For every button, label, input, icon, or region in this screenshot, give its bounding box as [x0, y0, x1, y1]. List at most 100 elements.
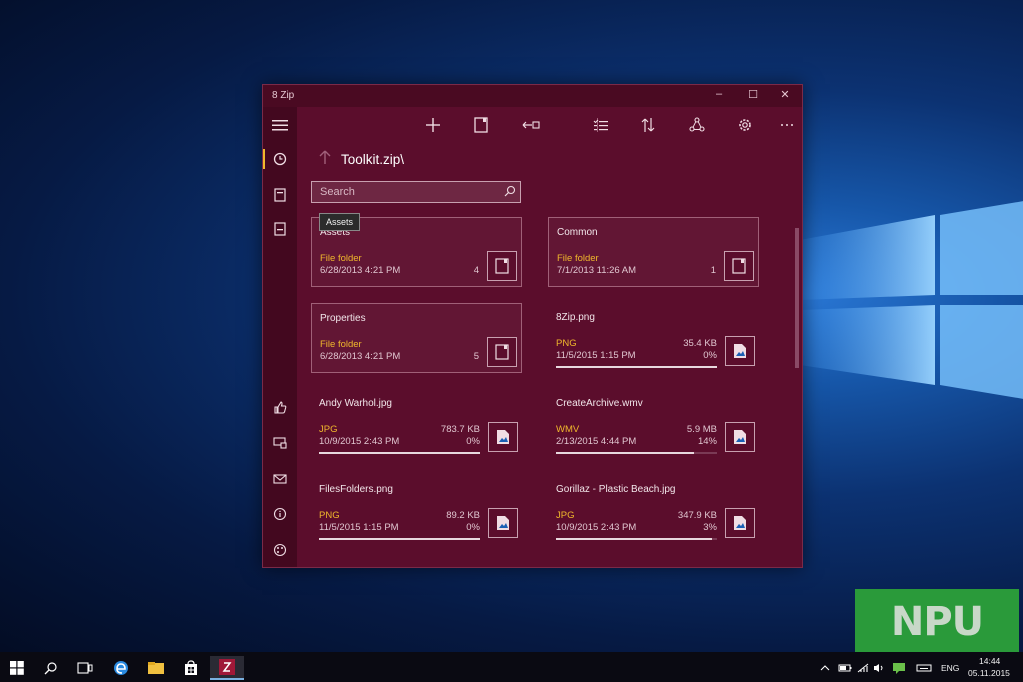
item-type: File folder: [557, 253, 599, 264]
vertical-scrollbar[interactable]: [794, 220, 800, 565]
item-type: File folder: [320, 339, 362, 350]
volume-icon[interactable]: [869, 656, 889, 680]
app-window: 8 Zip – ☐ ✕ Toolkit.zip\ Search Assets A…: [262, 84, 803, 568]
item-type: PNG: [319, 510, 340, 521]
item-size: 5.9 MB: [686, 424, 717, 435]
new-archive-icon[interactable]: [471, 115, 491, 135]
select-list-icon[interactable]: [591, 115, 611, 135]
item-date: 10/9/2015 2:43 PM: [319, 436, 400, 447]
item-count: 4: [473, 265, 479, 276]
folder-icon: [724, 251, 754, 281]
file-tile[interactable]: Gorillaz - Plastic Beach.jpg JPG 10/9/20…: [548, 475, 759, 545]
progress-bar: [556, 452, 717, 454]
add-icon[interactable]: [423, 115, 443, 135]
item-date: 6/28/2013 4:21 PM: [320, 265, 401, 276]
progress-fill: [556, 452, 695, 454]
file-tile[interactable]: 8Zip.png PNG 11/5/2015 1:15 PM 35.4 KB 0…: [548, 303, 759, 373]
breadcrumb: Toolkit.zip\: [341, 152, 405, 167]
minimize-button[interactable]: –: [704, 88, 734, 104]
item-name: Properties: [320, 313, 366, 324]
more-options-icon[interactable]: [777, 115, 797, 135]
progress-bar: [319, 452, 480, 454]
file-tile[interactable]: CreateArchive.wmv WMV 2/13/2015 4:44 PM …: [548, 389, 759, 459]
extract-icon[interactable]: [521, 115, 541, 135]
search-input[interactable]: Search: [311, 181, 521, 203]
image-file-icon: [725, 336, 755, 366]
hamburger-menu-icon[interactable]: [270, 115, 290, 135]
scrollbar-thumb[interactable]: [795, 228, 799, 368]
start-icon[interactable]: [0, 656, 34, 680]
item-date: 11/5/2015 1:15 PM: [556, 350, 636, 361]
progress-fill: [319, 452, 480, 454]
show-hidden-icons-chevron[interactable]: [815, 656, 835, 680]
item-date: 2/13/2015 4:44 PM: [556, 436, 637, 447]
navigate-up-icon[interactable]: [318, 149, 332, 170]
item-count: 1: [710, 265, 716, 276]
settings-gear-icon[interactable]: [735, 115, 755, 135]
progress-fill: [319, 538, 480, 540]
palette-icon[interactable]: [270, 540, 290, 560]
mail-icon[interactable]: [270, 469, 290, 489]
item-name: Common: [557, 227, 598, 238]
search-icon[interactable]: [34, 656, 68, 680]
item-ratio: 0%: [466, 522, 480, 533]
store-icon[interactable]: [174, 656, 208, 680]
item-size: 89.2 KB: [446, 510, 480, 521]
sort-icon[interactable]: [638, 115, 658, 135]
clock-date[interactable]: 05.11.2015: [968, 668, 1010, 678]
info-icon[interactable]: [270, 504, 290, 524]
item-type: JPG: [319, 424, 338, 435]
item-date: 10/9/2015 2:43 PM: [556, 522, 637, 533]
progress-fill: [556, 366, 717, 368]
image-file-icon: [488, 422, 518, 452]
edge-browser-icon[interactable]: [104, 656, 138, 680]
recent-clock-icon[interactable]: [263, 149, 290, 169]
folder-tile[interactable]: Properties File folder 6/28/2013 4:21 PM…: [311, 303, 522, 373]
item-name: 8Zip.png: [556, 312, 595, 323]
toolbar: [297, 107, 802, 143]
item-type: WMV: [556, 424, 580, 435]
devices-icon[interactable]: [270, 433, 290, 453]
search-placeholder: Search: [320, 186, 355, 198]
language-indicator[interactable]: ENG: [941, 663, 959, 673]
window-title: 8 Zip: [272, 90, 295, 101]
item-size: 347.9 KB: [677, 510, 717, 521]
file-explorer-icon[interactable]: [139, 656, 173, 680]
folder-icon: [487, 251, 517, 281]
image-file-icon: [488, 508, 518, 538]
item-name: Gorillaz - Plastic Beach.jpg: [556, 484, 676, 495]
search-icon[interactable]: [504, 185, 516, 200]
close-button[interactable]: ✕: [770, 88, 800, 104]
item-name: Andy Warhol.jpg: [319, 398, 392, 409]
video-file-icon: [725, 422, 755, 452]
battery-icon[interactable]: [835, 656, 855, 680]
file-grid: Assets File folder 6/28/2013 4:21 PM 4 C…: [311, 217, 761, 567]
file-tile[interactable]: FilesFolders.png PNG 11/5/2015 1:15 PM 8…: [311, 475, 522, 545]
task-view-icon[interactable]: [68, 656, 102, 680]
npu-logo: NPU: [855, 589, 1019, 654]
thumbs-up-icon[interactable]: [270, 397, 290, 417]
tooltip: Assets: [319, 213, 361, 231]
share-icon[interactable]: [687, 115, 707, 135]
item-date: 7/1/2013 11:26 AM: [557, 265, 637, 276]
item-date: 11/5/2015 1:15 PM: [319, 522, 399, 533]
action-center-icon[interactable]: [888, 656, 910, 680]
folder-tile[interactable]: Common File folder 7/1/2013 11:26 AM 1: [548, 217, 759, 287]
maximize-button[interactable]: ☐: [738, 88, 768, 104]
progress-fill: [556, 538, 713, 540]
item-count: 5: [473, 351, 479, 362]
item-type: JPG: [556, 510, 575, 521]
item-name: FilesFolders.png: [319, 484, 393, 495]
keyboard-icon[interactable]: [910, 656, 938, 680]
archive-icon[interactable]: [270, 185, 290, 205]
clock-time[interactable]: 14:44: [979, 656, 1000, 666]
item-size: 783.7 KB: [440, 424, 480, 435]
sidebar: [263, 107, 297, 567]
progress-bar: [556, 538, 717, 540]
item-ratio: 0%: [703, 350, 717, 361]
archive-alt-icon[interactable]: [270, 219, 290, 239]
file-tile[interactable]: Andy Warhol.jpg JPG 10/9/2015 2:43 PM 78…: [311, 389, 522, 459]
item-size: 35.4 KB: [683, 338, 717, 349]
item-ratio: 0%: [466, 436, 480, 447]
8zip-app-icon[interactable]: [210, 656, 244, 680]
